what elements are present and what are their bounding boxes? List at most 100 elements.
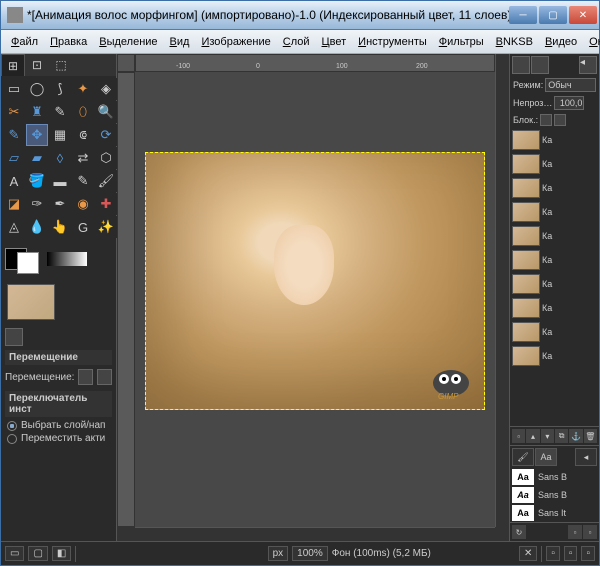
tool-zoom[interactable]: 🔍 bbox=[95, 101, 117, 123]
tool-free-select[interactable]: ⟆ bbox=[49, 78, 71, 100]
layer-row[interactable]: Ка bbox=[510, 176, 599, 200]
lock-pixels-icon[interactable] bbox=[540, 114, 552, 126]
tool-blur[interactable]: 💧 bbox=[26, 216, 48, 238]
menu-цвет[interactable]: Цвет bbox=[316, 33, 353, 51]
menu-фильтры[interactable]: Фильтры bbox=[433, 33, 490, 51]
menu-bnksb[interactable]: BNKSB bbox=[490, 33, 539, 51]
tool-rotate[interactable]: ⟳ bbox=[95, 124, 117, 146]
menu-окна[interactable]: Окна bbox=[583, 33, 600, 51]
tool-color-select[interactable]: ◈ bbox=[95, 78, 117, 100]
background-color-swatch[interactable] bbox=[17, 252, 39, 274]
font-row[interactable]: AaSans It bbox=[510, 504, 599, 522]
tool-fill[interactable]: 🪣 bbox=[26, 170, 48, 192]
tool-rect-select[interactable]: ▭ bbox=[3, 78, 25, 100]
quickmask-toggle[interactable] bbox=[117, 527, 135, 541]
sb-icon2[interactable]: ▢ bbox=[28, 546, 47, 561]
delete-layer-button[interactable]: 🗑 bbox=[584, 429, 597, 443]
refresh-fonts-button[interactable]: ↻ bbox=[512, 525, 526, 539]
tool-pencil[interactable]: ✎ bbox=[72, 170, 94, 192]
tool-eraser[interactable]: ◪ bbox=[3, 193, 25, 215]
duplicate-layer-button[interactable]: ⧉ bbox=[555, 429, 568, 443]
canvas-menu-button[interactable] bbox=[495, 54, 509, 72]
tool-text[interactable]: A bbox=[3, 170, 25, 192]
blend-mode-select[interactable]: Обыч bbox=[545, 78, 596, 92]
layer-row[interactable]: Ка bbox=[510, 344, 599, 368]
maximize-button[interactable]: ▢ bbox=[539, 6, 567, 24]
layer-row[interactable]: Ка bbox=[510, 152, 599, 176]
brushes-tab[interactable]: 🖌 bbox=[512, 448, 534, 466]
radio-pick-layer[interactable] bbox=[7, 421, 17, 431]
panel-menu-icon[interactable]: ◂ bbox=[579, 56, 597, 74]
layer-row[interactable]: Ка bbox=[510, 224, 599, 248]
tool-shear[interactable]: ▰ bbox=[26, 147, 48, 169]
fonts-large-button[interactable]: ▫ bbox=[583, 525, 597, 539]
close-button[interactable]: ✕ bbox=[569, 6, 597, 24]
layer-down-button[interactable]: ▾ bbox=[541, 429, 554, 443]
tool-fuzzy-select[interactable]: ✦ bbox=[72, 78, 94, 100]
fonts-tab[interactable]: Aa bbox=[535, 448, 557, 466]
canvas-viewport[interactable]: GIMP bbox=[135, 72, 495, 527]
layer-row[interactable]: Ка bbox=[510, 272, 599, 296]
new-layer-button[interactable]: ▫ bbox=[512, 429, 525, 443]
tool-ink[interactable]: ✒ bbox=[49, 193, 71, 215]
tool-blend[interactable]: ▬ bbox=[49, 170, 71, 192]
tool-brush[interactable]: 🖌 bbox=[95, 170, 117, 192]
layer-row[interactable]: Ка bbox=[510, 200, 599, 224]
toolbox-tab-1[interactable]: ⊡ bbox=[25, 54, 49, 76]
tool-perspective[interactable]: ◊ bbox=[49, 147, 71, 169]
tool-color-picker[interactable]: ⬯ bbox=[72, 101, 94, 123]
unit-select[interactable]: px bbox=[268, 546, 289, 561]
sb-icon1[interactable]: ▭ bbox=[5, 546, 24, 561]
tool-measure[interactable]: ✎ bbox=[3, 124, 25, 146]
font-row[interactable]: AaSans B bbox=[510, 486, 599, 504]
lock-alpha-icon[interactable] bbox=[554, 114, 566, 126]
menu-файл[interactable]: Файл bbox=[5, 33, 44, 51]
sb-icon3[interactable]: ◧ bbox=[52, 546, 71, 561]
tool-scissors[interactable]: ✂ bbox=[3, 101, 25, 123]
minimize-button[interactable]: ─ bbox=[509, 6, 537, 24]
layer-row[interactable]: Ка bbox=[510, 248, 599, 272]
sb-cancel-button[interactable]: ✕ bbox=[519, 546, 537, 561]
sb-right-icon1[interactable]: ▫ bbox=[546, 546, 560, 561]
tool-perspective-clone[interactable]: ◬ bbox=[3, 216, 25, 238]
layer-up-button[interactable]: ▴ bbox=[526, 429, 539, 443]
tool-airbrush[interactable]: ✑ bbox=[26, 193, 48, 215]
layer-row[interactable]: Ка bbox=[510, 296, 599, 320]
menu-видео[interactable]: Видео bbox=[539, 33, 583, 51]
menu-изображение[interactable]: Изображение bbox=[195, 33, 276, 51]
gradient-thumb[interactable] bbox=[47, 252, 87, 266]
channels-tab-icon[interactable] bbox=[531, 56, 549, 74]
nav-preview-button[interactable] bbox=[495, 527, 509, 541]
menu-выделение[interactable]: Выделение bbox=[93, 33, 163, 51]
ruler-horizontal[interactable]: -1000100200300 bbox=[135, 54, 495, 72]
scrollbar-horizontal[interactable] bbox=[135, 527, 495, 541]
anchor-layer-button[interactable]: ⚓ bbox=[569, 429, 582, 443]
canvas-image[interactable]: GIMP bbox=[145, 152, 485, 410]
tool-options-tab-icon[interactable] bbox=[5, 328, 23, 346]
tool-flip[interactable]: ⇄ bbox=[72, 147, 94, 169]
ruler-corner[interactable] bbox=[117, 54, 135, 72]
ruler-vertical[interactable] bbox=[117, 72, 135, 527]
opacity-input[interactable] bbox=[554, 96, 584, 110]
sb-right-icon3[interactable]: ▫ bbox=[581, 546, 595, 561]
menu-инструменты[interactable]: Инструменты bbox=[352, 33, 433, 51]
tool-burn[interactable]: ✨ bbox=[95, 216, 117, 238]
tool-heal[interactable]: ✚ bbox=[95, 193, 117, 215]
toolbox-tab-0[interactable]: ⊞ bbox=[1, 54, 25, 76]
move-path-mode[interactable] bbox=[97, 369, 112, 385]
tool-paths[interactable]: ✎ bbox=[49, 101, 71, 123]
layers-tab-icon[interactable] bbox=[512, 56, 530, 74]
tool-dodge[interactable]: G bbox=[72, 216, 94, 238]
menu-вид[interactable]: Вид bbox=[164, 33, 196, 51]
toolbox-tab-2[interactable]: ⬚ bbox=[49, 54, 73, 76]
tool-cage[interactable]: ⬡ bbox=[95, 147, 117, 169]
layer-row[interactable]: Ка bbox=[510, 320, 599, 344]
zoom-select[interactable]: 100% bbox=[292, 546, 328, 561]
scrollbar-vertical[interactable] bbox=[495, 72, 509, 527]
tool-foreground[interactable]: ♜ bbox=[26, 101, 48, 123]
tool-clone[interactable]: ◉ bbox=[72, 193, 94, 215]
fonts-small-button[interactable]: ▫ bbox=[568, 525, 582, 539]
radio-move-active[interactable] bbox=[7, 434, 17, 444]
font-row[interactable]: AaSans B bbox=[510, 468, 599, 486]
tool-align[interactable]: ▦ bbox=[49, 124, 71, 146]
